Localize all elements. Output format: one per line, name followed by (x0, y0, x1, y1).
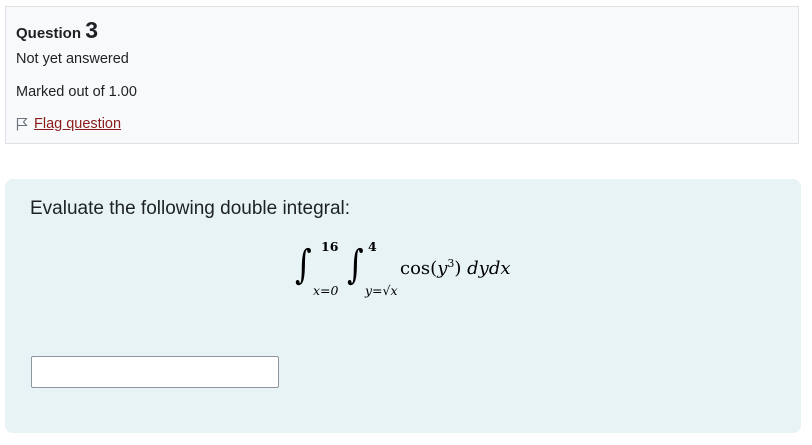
question-text: Evaluate the following double integral: (30, 198, 351, 219)
variable-y: y (437, 258, 448, 279)
question-number: Question 3 (16, 17, 98, 44)
flag-question-label[interactable]: Flag question (34, 116, 121, 132)
outer-upper-limit: 16 (321, 239, 339, 254)
question-number-value: 3 (85, 17, 98, 43)
question-content: Evaluate the following double integral: … (5, 179, 801, 433)
question-grade: Marked out of 1.00 (16, 84, 137, 100)
inner-upper-limit: 4 (368, 239, 377, 254)
inner-lower-limit: y=√x (365, 283, 398, 298)
cos-function: cos (400, 258, 431, 279)
answer-input[interactable] (31, 356, 279, 388)
outer-lower-limit: x=0 (313, 283, 339, 298)
flag-question-link[interactable]: Flag question (16, 116, 121, 132)
integrand: cos(y3) dydx (400, 257, 511, 279)
outer-integral-sign: ∫ (295, 242, 312, 288)
differentials: dydx (467, 258, 511, 279)
question-state: Not yet answered (16, 51, 129, 67)
question-info-panel: Question 3 Not yet answered Marked out o… (5, 6, 799, 144)
question-label: Question (16, 25, 82, 42)
double-integral-expression: ∫ 16 x=0 ∫ 4 y=√x cos(y3) dydx (295, 237, 525, 307)
flag-icon (16, 117, 28, 131)
inner-integral-sign: ∫ (347, 242, 364, 288)
close-paren: ) (454, 258, 462, 279)
